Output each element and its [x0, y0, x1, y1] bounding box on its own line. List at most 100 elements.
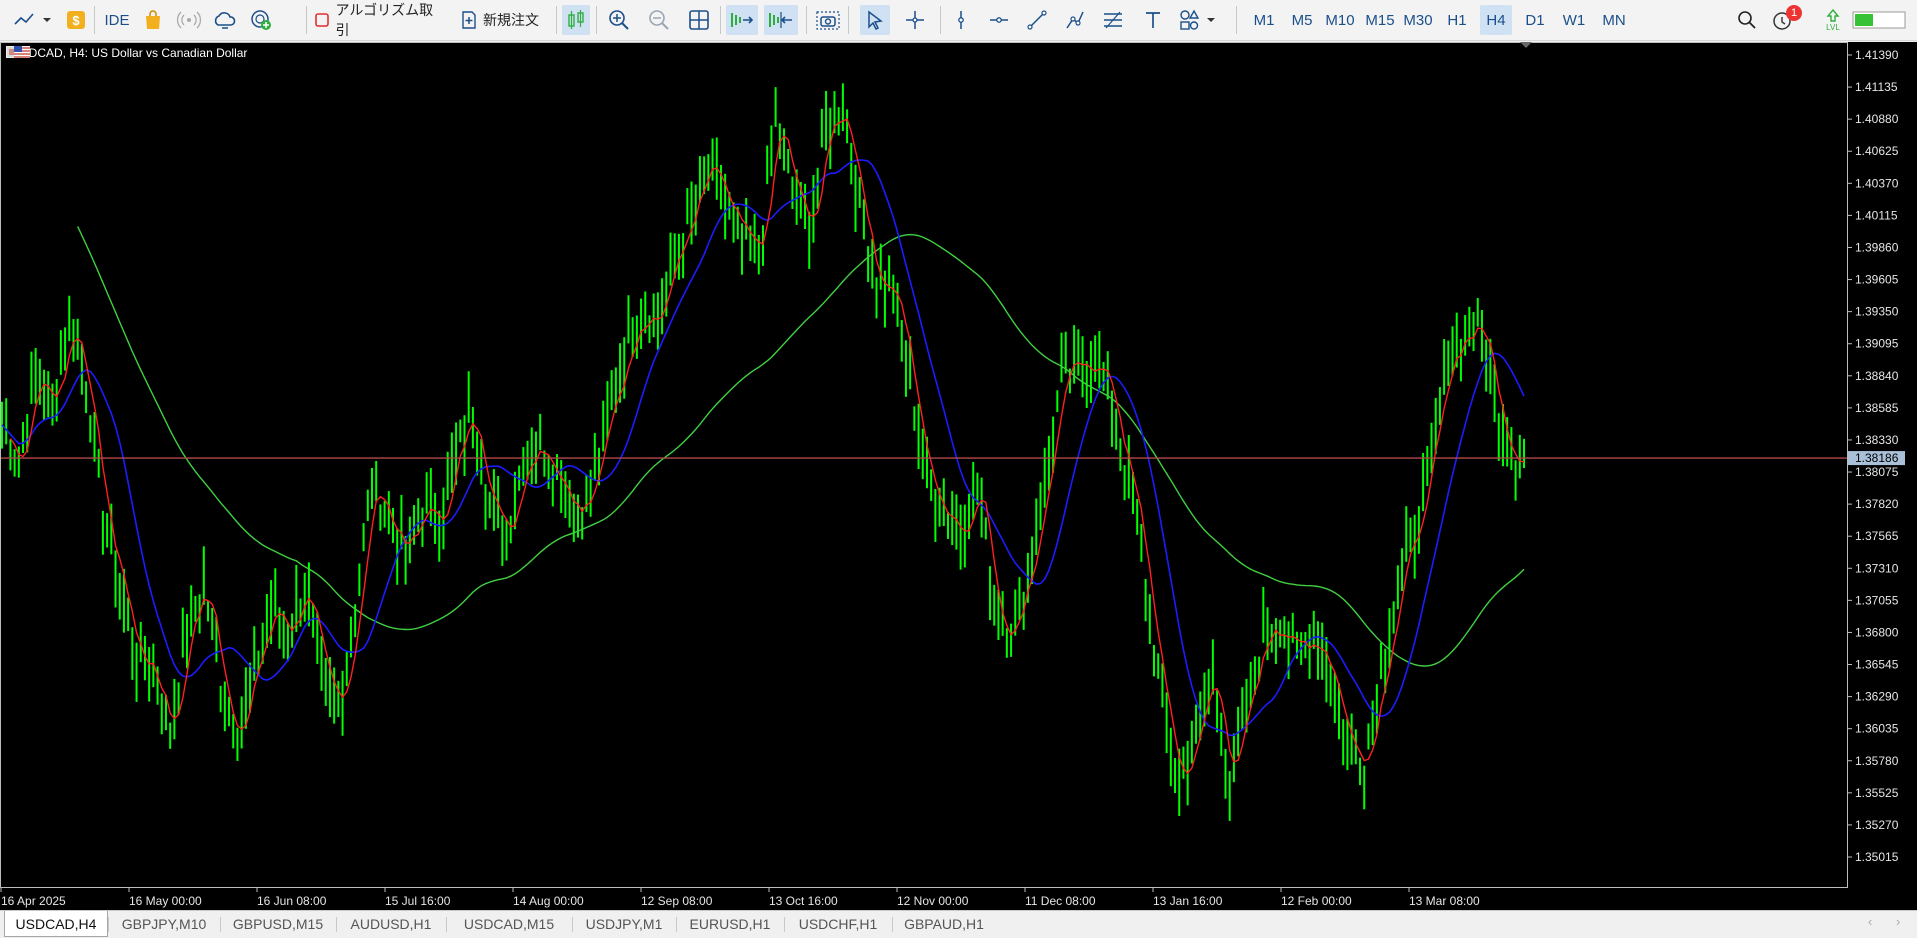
timeframe-label: M5 — [1291, 11, 1313, 29]
chart-tab[interactable]: USDJPY,M1 — [574, 911, 674, 937]
auto-scroll-button[interactable] — [726, 5, 758, 35]
time-tick-label: 14 Aug 00:00 — [513, 894, 584, 908]
notification-badge: 1 — [1786, 5, 1802, 21]
shift-marker-icon[interactable] — [1520, 42, 1532, 48]
algo-trading-button[interactable]: アルゴリズム取引 — [314, 3, 444, 39]
crosshair-button[interactable] — [900, 5, 930, 35]
timeframe-label: H1 — [1447, 11, 1467, 29]
ide-button[interactable]: IDE — [100, 5, 134, 35]
price-tick-label: 1.35270 — [1855, 818, 1899, 832]
price-bars — [1, 83, 1525, 821]
shopping-bag-icon — [146, 10, 160, 29]
cursor-button[interactable] — [860, 5, 890, 35]
price-tick-label: 1.37310 — [1855, 561, 1899, 575]
chart-shift-button[interactable] — [764, 5, 798, 35]
screenshot-button[interactable] — [814, 5, 842, 35]
ide-label: IDE — [104, 11, 130, 29]
timeframe-m10[interactable]: M10 — [1322, 5, 1358, 35]
price-chart[interactable]: 1.41390 1.41135 1.40880 1.40625 1.40370 1.401… — [0, 42, 1917, 910]
horizontal-line-button[interactable] — [984, 5, 1014, 35]
time-tick-label: 12 Feb 00:00 — [1281, 894, 1352, 908]
cloud-button[interactable] — [210, 5, 240, 35]
fibonacci-button[interactable] — [1098, 5, 1128, 35]
timeframe-w1[interactable]: W1 — [1558, 5, 1590, 35]
price-tick-label: 1.36035 — [1855, 722, 1899, 736]
timeframe-m1[interactable]: M1 — [1248, 5, 1280, 35]
chart-tab[interactable]: USDCAD,H4 — [4, 911, 108, 937]
chart-tab-bar: USDCAD,H4 GBPJPY,M10 GBPUSD,M15 AUDUSD,H1 US… — [0, 910, 1917, 938]
lvl-label: LVL — [1826, 22, 1840, 32]
tile-windows-button[interactable] — [684, 5, 714, 35]
price-tick-label: 1.38075 — [1855, 465, 1899, 479]
price-axis: 1.41390 1.41135 1.40880 1.40625 1.40370 1.401… — [0, 42, 1899, 888]
chart-tab[interactable]: GBPUSD,M15 — [222, 911, 334, 937]
zoom-in-button[interactable] — [604, 5, 634, 35]
timeframe-m5[interactable]: M5 — [1286, 5, 1318, 35]
chart-tab[interactable]: AUDUSD,H1 — [338, 911, 444, 937]
time-tick-label: 12 Sep 08:00 — [641, 894, 713, 908]
main-toolbar: $ IDE アルゴリズム取引 新規注文 M1 M5 M10 M15 M30 H1… — [0, 0, 1917, 41]
price-tick-label: 1.37055 — [1855, 593, 1899, 607]
chart-tab[interactable]: USDCAD,M15 — [448, 911, 570, 937]
chart-tab[interactable]: GBPJPY,M10 — [110, 911, 218, 937]
chart-window[interactable]: 1.41390 1.41135 1.40880 1.40625 1.40370 1.401… — [0, 42, 1917, 910]
zoom-out-button[interactable] — [644, 5, 674, 35]
objects-dropdown[interactable] — [1176, 5, 1222, 35]
tab-scroll-right[interactable]: › — [1896, 914, 1900, 929]
timeframe-h1[interactable]: H1 — [1442, 5, 1472, 35]
text-button[interactable] — [1138, 5, 1168, 35]
trendline-icon — [1027, 10, 1047, 30]
timeframe-label: M15 — [1365, 11, 1395, 29]
timeframe-label: W1 — [1562, 11, 1586, 29]
timeframe-m30[interactable]: M30 — [1400, 5, 1436, 35]
trading-button[interactable]: $ — [64, 5, 88, 35]
algo-trading-label: アルゴリズム取引 — [335, 3, 434, 39]
candlesticks-button[interactable] — [562, 5, 590, 35]
price-tick-label: 1.35015 — [1855, 850, 1899, 864]
timeframe-h4[interactable]: H4 — [1480, 5, 1512, 35]
time-tick-label: 16 Jun 08:00 — [257, 894, 327, 908]
timeframe-label: M30 — [1403, 11, 1433, 29]
price-tick-label: 1.41135 — [1855, 80, 1898, 94]
time-tick-label: 15 Jul 16:00 — [385, 894, 451, 908]
fibonacci-icon — [1104, 11, 1122, 29]
chart-tab[interactable]: EURUSD,H1 — [678, 911, 782, 937]
horizontal-line-icon — [990, 17, 1008, 23]
price-tick-label: 1.37565 — [1855, 529, 1899, 543]
vertical-line-button[interactable] — [946, 5, 976, 35]
lvl-icon — [1826, 8, 1840, 22]
chart-tab[interactable]: USDCHF,H1 — [786, 911, 890, 937]
notifications-button[interactable]: 1 — [1770, 5, 1804, 35]
current-price-text: 1.38186 — [1855, 451, 1899, 465]
cursor-arrow-icon — [868, 10, 883, 31]
lvl-indicator[interactable]: LVL — [1818, 5, 1848, 35]
shapes-line-button[interactable] — [1060, 5, 1090, 35]
vps-button[interactable] — [246, 5, 276, 35]
timeframe-label: M1 — [1253, 11, 1275, 29]
price-tick-label: 1.36545 — [1855, 658, 1899, 672]
cloud-icon — [214, 12, 236, 29]
crosshair-icon — [906, 11, 924, 29]
timeframe-d1[interactable]: D1 — [1520, 5, 1550, 35]
time-tick-label: 13 Jan 16:00 — [1153, 894, 1223, 908]
chart-type-dropdown[interactable] — [10, 5, 56, 35]
zoom-out-icon — [649, 10, 669, 30]
chart-tab[interactable]: GBPAUD,H1 — [894, 911, 994, 937]
tab-scroll-left[interactable]: ‹ — [1868, 914, 1872, 929]
time-axis: 16 Apr 2025 16 May 00:00 16 Jun 08:00 15 Ju… — [0, 887, 1480, 908]
signals-button[interactable] — [174, 5, 204, 35]
connection-bar-icon — [1852, 11, 1906, 29]
timeframe-mn[interactable]: MN — [1596, 5, 1632, 35]
market-button[interactable] — [140, 5, 166, 35]
timeframe-label: H4 — [1486, 11, 1506, 29]
polyline-icon — [1066, 11, 1084, 29]
price-tick-label: 1.40370 — [1855, 176, 1899, 190]
price-tick-label: 1.37820 — [1855, 497, 1899, 511]
price-tick-label: 1.35525 — [1855, 786, 1899, 800]
shapes-icon — [1180, 9, 1215, 30]
search-button[interactable] — [1732, 5, 1762, 35]
trendline-button[interactable] — [1022, 5, 1052, 35]
new-order-button[interactable]: 新規注文 — [454, 5, 546, 35]
timeframe-m15[interactable]: M15 — [1362, 5, 1398, 35]
price-tick-label: 1.39860 — [1855, 240, 1899, 254]
